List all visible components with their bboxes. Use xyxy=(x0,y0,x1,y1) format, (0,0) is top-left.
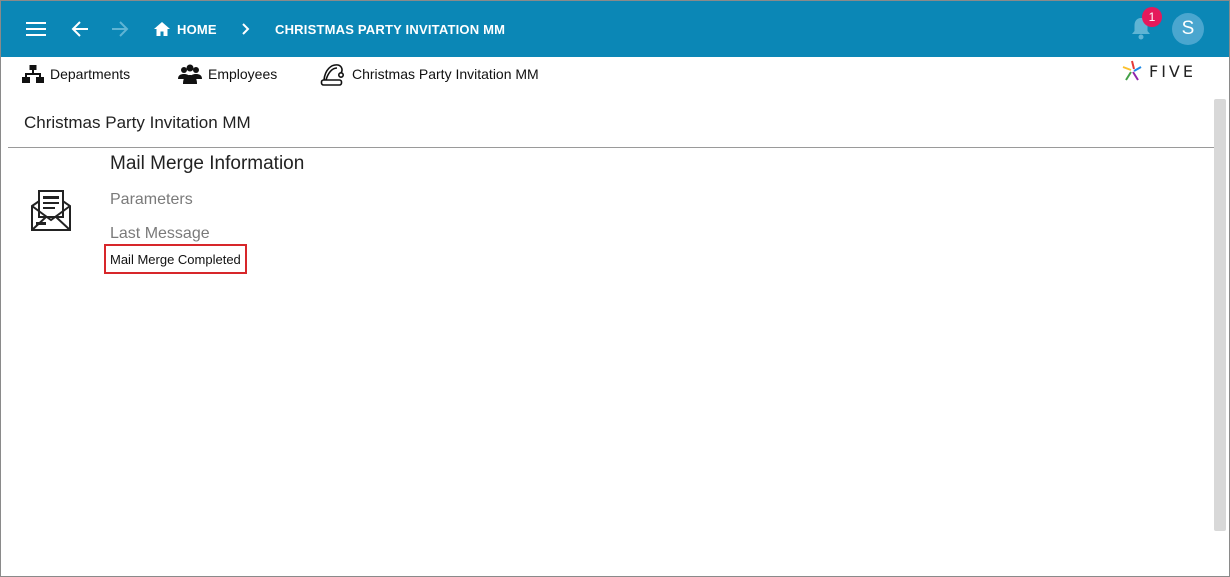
tab-christmas-label: Christmas Party Invitation MM xyxy=(352,66,539,82)
parameters-label: Parameters xyxy=(110,191,193,208)
last-message-value: Mail Merge Completed xyxy=(104,244,247,274)
home-icon xyxy=(154,22,170,36)
breadcrumb-home[interactable]: HOME xyxy=(153,19,217,39)
page-title: Christmas Party Invitation MM xyxy=(24,113,251,132)
tab-christmas-party-invitation-mm[interactable]: Christmas Party Invitation MM xyxy=(320,63,539,86)
vertical-scrollbar[interactable] xyxy=(1214,99,1226,531)
mail-merge-envelope-icon xyxy=(29,189,73,238)
back-arrow-icon[interactable] xyxy=(66,15,94,43)
tab-departments[interactable]: Departments xyxy=(22,63,130,85)
menu-icon[interactable] xyxy=(22,15,50,43)
five-logo-icon xyxy=(1122,60,1142,81)
breadcrumb-home-label: HOME xyxy=(177,21,217,37)
five-logo: FIVE xyxy=(1121,59,1196,83)
notification-count-badge: 1 xyxy=(1142,7,1162,27)
users-icon xyxy=(178,64,202,84)
menu-tabs: Departments Employees Christmas Party In… xyxy=(1,57,1229,93)
tab-departments-label: Departments xyxy=(50,66,131,82)
santa-hat-icon xyxy=(320,64,344,86)
forward-arrow-icon xyxy=(106,15,134,43)
sitemap-icon xyxy=(22,65,44,83)
chevron-right-icon xyxy=(237,19,255,44)
tab-employees-label: Employees xyxy=(208,66,278,82)
title-divider xyxy=(8,147,1214,148)
five-logo-text: FIVE xyxy=(1149,61,1196,81)
section-title: Mail Merge Information xyxy=(110,153,305,174)
top-app-bar: HOME CHRISTMAS PARTY INVITATION MM 1 S xyxy=(1,1,1229,57)
tab-employees[interactable]: Employees xyxy=(178,63,277,85)
user-avatar[interactable]: S xyxy=(1172,13,1204,45)
last-message-label: Last Message xyxy=(110,225,210,242)
breadcrumb-current-page: CHRISTMAS PARTY INVITATION MM xyxy=(275,22,506,37)
